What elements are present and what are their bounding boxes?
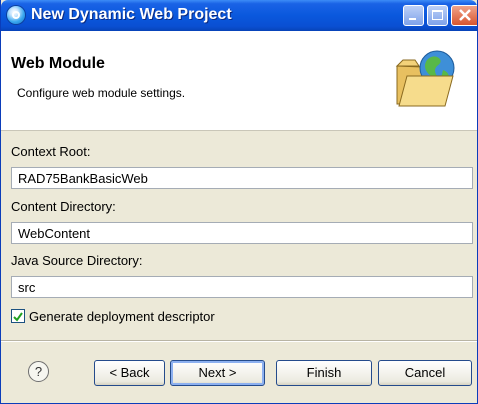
minimize-button[interactable] (403, 5, 424, 26)
eclipse-icon (7, 6, 25, 24)
generate-descriptor-label: Generate deployment descriptor (29, 309, 215, 324)
java-source-directory-label: Java Source Directory: (11, 253, 143, 268)
context-root-field[interactable]: RAD75BankBasicWeb (11, 167, 473, 189)
checkmark-icon (13, 312, 23, 322)
page-description: Configure web module settings. (17, 86, 186, 100)
window-title: New Dynamic Web Project (31, 6, 232, 23)
page-title: Web Module (11, 55, 105, 72)
dialog-window: New Dynamic Web Project Web Module Confi… (0, 0, 478, 404)
cancel-button[interactable]: Cancel (378, 360, 472, 386)
finish-button[interactable]: Finish (276, 360, 372, 386)
maximize-button[interactable] (427, 5, 448, 26)
maximize-icon (432, 10, 443, 20)
context-root-label: Context Root: (11, 144, 91, 159)
generate-descriptor-checkbox[interactable] (11, 309, 25, 323)
content-directory-label: Content Directory: (11, 199, 116, 214)
web-module-folder-globe-icon (395, 50, 455, 107)
back-button[interactable]: < Back (94, 360, 165, 386)
next-button[interactable]: Next > (170, 360, 265, 386)
close-icon (459, 9, 471, 21)
button-bar-separator (1, 340, 477, 342)
help-button[interactable]: ? (28, 361, 49, 382)
java-source-directory-field[interactable]: src (11, 276, 473, 298)
title-bar[interactable]: New Dynamic Web Project (1, 0, 477, 31)
content-directory-field[interactable]: WebContent (11, 222, 473, 244)
close-button[interactable] (451, 5, 477, 26)
wizard-header: Web Module Configure web module settings… (1, 31, 477, 131)
minimize-icon (409, 18, 416, 20)
